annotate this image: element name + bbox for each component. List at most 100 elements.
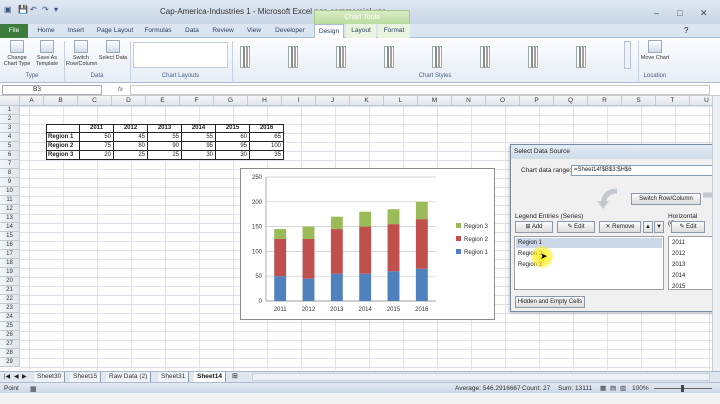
table-header-cell[interactable]: 2013	[148, 124, 182, 133]
column-header[interactable]: T	[656, 96, 690, 106]
quick-access-dropdown-icon[interactable]: ▾	[54, 5, 58, 14]
sheet-nav-next-icon[interactable]: ▶	[22, 373, 27, 380]
sheet-tab[interactable]: Sheet15	[70, 372, 102, 382]
change-chart-type-button[interactable]: Change Chart Type	[2, 40, 32, 67]
tab-view[interactable]: View	[242, 24, 266, 38]
row-header[interactable]: 23	[0, 304, 20, 313]
formula-input[interactable]	[130, 85, 710, 95]
row-header[interactable]: 24	[0, 313, 20, 322]
help-icon[interactable]: ?	[684, 26, 688, 35]
row-header[interactable]: 25	[0, 322, 20, 331]
row-header[interactable]: 11	[0, 196, 20, 205]
add-series-button[interactable]: ⊞ Add	[515, 221, 553, 233]
column-header[interactable]: A	[20, 96, 44, 106]
table-cell[interactable]: 35	[250, 151, 284, 160]
move-down-icon[interactable]: ▼	[654, 221, 664, 233]
row-header[interactable]: 10	[0, 187, 20, 196]
table-cell[interactable]: 65	[250, 133, 284, 142]
row-header[interactable]: 14	[0, 223, 20, 232]
horizontal-scrollbar[interactable]	[252, 373, 710, 381]
row-header[interactable]: 8	[0, 169, 20, 178]
tab-layout[interactable]: Layout	[346, 24, 376, 38]
save-icon[interactable]: 💾	[18, 5, 28, 14]
edit-category-button[interactable]: ✎ Edit	[671, 221, 705, 233]
table-cell[interactable]: 95	[182, 142, 216, 151]
row-header[interactable]: 22	[0, 295, 20, 304]
tab-formulas[interactable]: Formulas	[140, 24, 176, 38]
table-cell[interactable]: 80	[114, 142, 148, 151]
table-cell[interactable]: 30	[182, 151, 216, 160]
table-cell[interactable]: 20	[80, 151, 114, 160]
sheet-tab[interactable]: Sheet31	[158, 372, 190, 382]
tab-home[interactable]: Home	[32, 24, 60, 38]
chart-style-thumb[interactable]	[240, 46, 250, 68]
switch-row-column-button[interactable]: Switch Row/Column	[66, 40, 97, 67]
tab-developer[interactable]: Developer	[270, 24, 310, 38]
redo-icon[interactable]: ↷	[42, 5, 49, 14]
tab-design[interactable]: Design	[314, 24, 344, 38]
move-up-icon[interactable]: ▲	[643, 221, 653, 233]
excel-logo-icon[interactable]: ▣	[4, 5, 12, 14]
chart-style-thumb[interactable]	[336, 46, 346, 68]
column-header[interactable]: R	[588, 96, 622, 106]
remove-series-button[interactable]: ✕ Remove	[599, 221, 641, 233]
column-header[interactable]: O	[486, 96, 520, 106]
chart-style-thumb[interactable]	[288, 46, 298, 68]
sheet-nav-prev-icon[interactable]: ◀	[14, 373, 19, 380]
table-cell[interactable]: 55	[182, 133, 216, 142]
column-header[interactable]: Q	[554, 96, 588, 106]
column-header[interactable]: J	[316, 96, 350, 106]
table-cell[interactable]: 75	[80, 142, 114, 151]
row-header[interactable]: 17	[0, 250, 20, 259]
row-header[interactable]: 26	[0, 331, 20, 340]
column-header[interactable]: M	[418, 96, 452, 106]
table-header-cell[interactable]: 2015	[216, 124, 250, 133]
row-header[interactable]: 6	[0, 151, 20, 160]
column-header[interactable]: D	[112, 96, 146, 106]
column-header[interactable]: S	[622, 96, 656, 106]
row-header[interactable]: 7	[0, 160, 20, 169]
column-header[interactable]: F	[180, 96, 214, 106]
row-header[interactable]: 1	[0, 106, 20, 115]
table-cell[interactable]: 60	[216, 133, 250, 142]
row-header[interactable]: 28	[0, 349, 20, 358]
tab-data[interactable]: Data	[180, 24, 204, 38]
tab-page-layout[interactable]: Page Layout	[94, 24, 136, 38]
table-cell[interactable]: 30	[216, 151, 250, 160]
tab-file[interactable]: File	[0, 24, 28, 38]
tab-format[interactable]: Format	[378, 24, 410, 38]
row-header[interactable]: 20	[0, 277, 20, 286]
column-header[interactable]: K	[350, 96, 384, 106]
chart-data-range-input[interactable]: =Sheet14!$B$3:$H$6	[571, 165, 720, 176]
hidden-empty-cells-button[interactable]: Hidden and Empty Cells	[515, 296, 585, 308]
save-as-template-button[interactable]: Save As Template	[32, 40, 62, 67]
row-header[interactable]: 19	[0, 268, 20, 277]
column-header[interactable]: E	[146, 96, 180, 106]
table-row-label[interactable]: Region 1	[46, 133, 80, 142]
column-header[interactable]: N	[452, 96, 486, 106]
tab-insert[interactable]: Insert	[62, 24, 90, 38]
minimize-button[interactable]: –	[654, 8, 659, 18]
row-header[interactable]: 27	[0, 340, 20, 349]
sheet-tab[interactable]: Sheet30	[34, 372, 66, 382]
chart-style-thumb[interactable]	[576, 46, 586, 68]
column-header[interactable]: P	[520, 96, 554, 106]
table-header-cell[interactable]: 2014	[182, 124, 216, 133]
column-header[interactable]: B	[44, 96, 78, 106]
zoom-slider-thumb[interactable]	[681, 385, 684, 392]
row-header[interactable]: 3	[0, 124, 20, 133]
select-data-button[interactable]: Select Data	[98, 40, 128, 61]
chart-style-thumb[interactable]	[528, 46, 538, 68]
row-header[interactable]: 16	[0, 241, 20, 250]
row-header[interactable]: 12	[0, 205, 20, 214]
name-box[interactable]: B3	[2, 85, 102, 95]
row-header[interactable]: 2	[0, 115, 20, 124]
chart-style-thumb[interactable]	[432, 46, 442, 68]
sheet-tab-active[interactable]: Sheet14	[194, 372, 226, 382]
table-cell[interactable]: 55	[148, 133, 182, 142]
row-header[interactable]: 5	[0, 142, 20, 151]
edit-series-button[interactable]: ✎ Edit	[557, 221, 595, 233]
table-cell[interactable]: 90	[148, 142, 182, 151]
chart-style-thumb[interactable]	[384, 46, 394, 68]
table-header-cell[interactable]: 2011	[80, 124, 114, 133]
